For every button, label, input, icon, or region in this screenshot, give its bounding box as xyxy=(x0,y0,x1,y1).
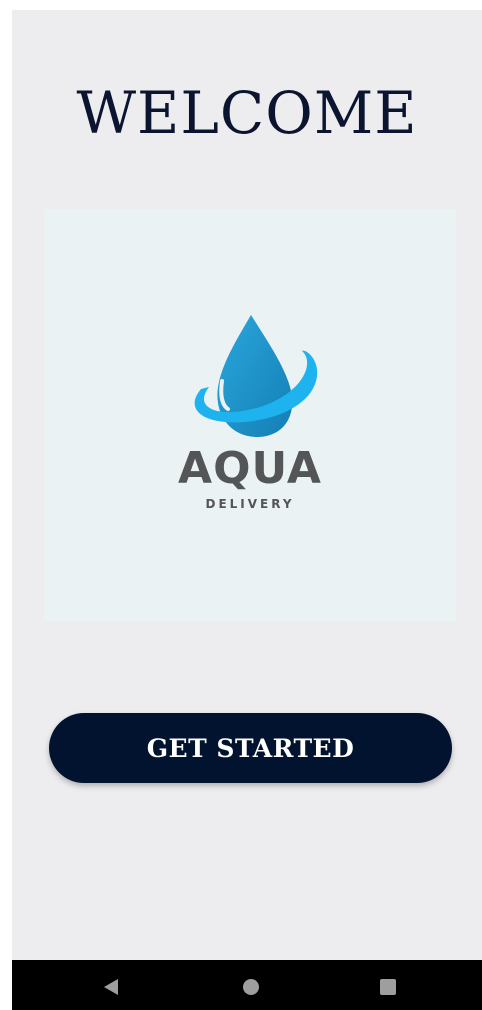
welcome-title: WELCOME xyxy=(76,79,418,147)
recents-button[interactable] xyxy=(358,960,418,1010)
home-button[interactable] xyxy=(221,960,281,1010)
logo-card: AQUA DELIVERY xyxy=(44,209,456,621)
back-button[interactable] xyxy=(82,960,142,1010)
water-drop-logo-icon xyxy=(194,315,318,437)
back-triangle-icon xyxy=(104,979,118,995)
home-circle-icon xyxy=(243,979,259,995)
recents-square-icon xyxy=(380,979,396,995)
brand-name: AQUA xyxy=(178,443,322,494)
get-started-button[interactable]: GET STARTED xyxy=(49,713,452,783)
brand-tagline: DELIVERY xyxy=(205,497,295,511)
system-navigation-bar xyxy=(12,960,482,1010)
app-screen: WELCOME AQUA DELIVERY GET STARTED xyxy=(12,10,482,960)
